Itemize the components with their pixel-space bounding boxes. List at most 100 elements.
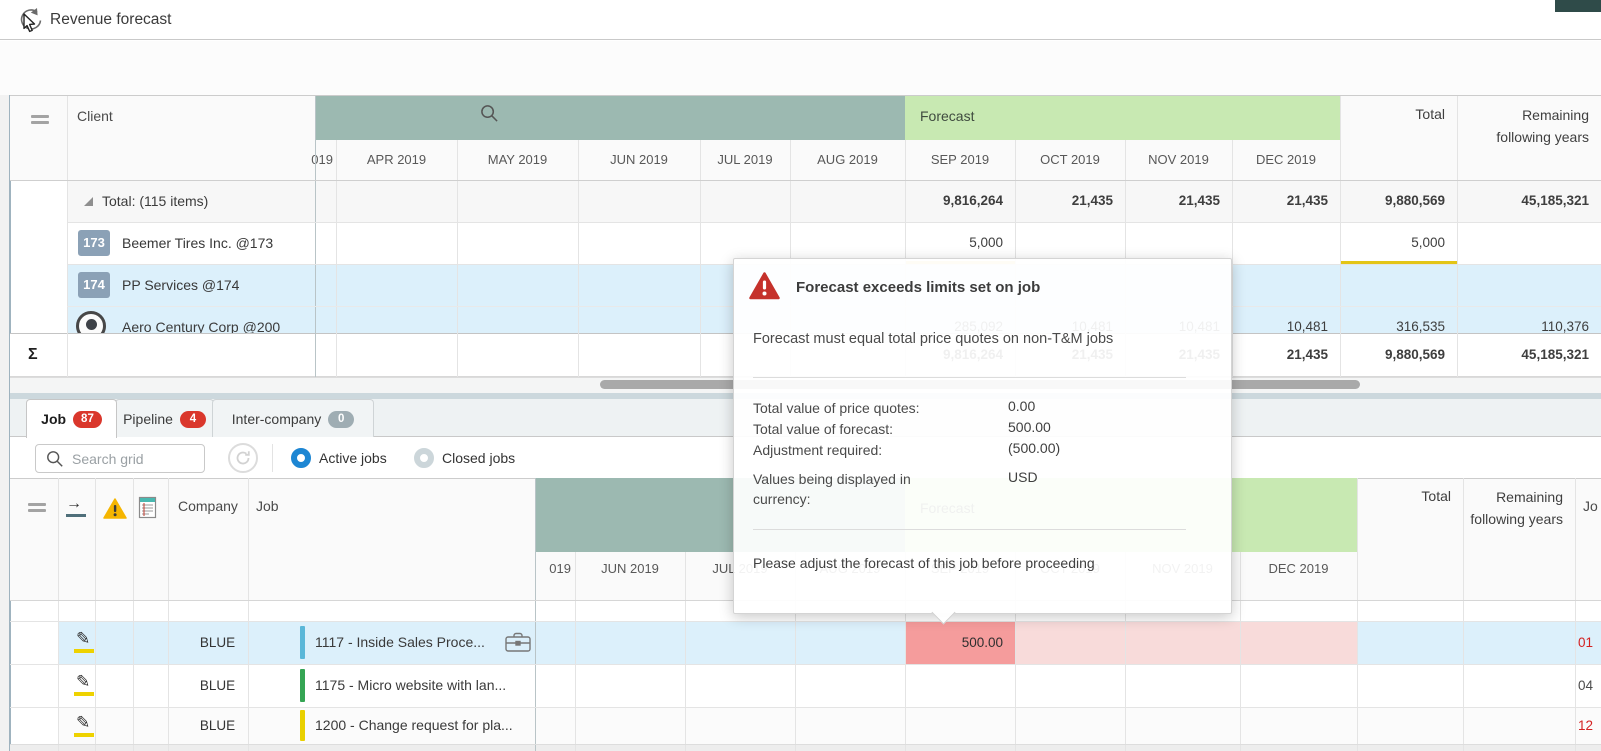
corner-block [1555,0,1601,12]
month-header: DEC 2019 [1232,140,1340,180]
grid-line [457,140,458,377]
tab-label: Job [41,411,66,427]
client-column-header[interactable]: Client [77,108,113,124]
tab-label: Pipeline [123,411,173,427]
cell-total[interactable]: 9,880,569 [1340,180,1445,222]
sigma-icon: Σ [28,333,38,377]
remaining-column-header[interactable]: Remaining following years [1479,104,1589,148]
month-header: APR 2019 [336,140,457,180]
search-icon [480,104,499,123]
tab-pipeline[interactable]: Pipeline 4 [115,399,214,439]
grid-line [1457,95,1458,377]
edit-icon[interactable]: ✎ [76,673,90,690]
column-chooser-icon[interactable] [28,503,46,513]
summary-remaining: 45,185,321 [1457,333,1589,377]
field-value: 0.00 [1008,398,1035,414]
tab-job[interactable]: Job 87 [26,399,117,438]
total-column-header[interactable]: Total [1357,488,1451,504]
total-column-header[interactable]: Total [1340,106,1445,122]
cell-total[interactable]: 316,535 [1340,306,1445,333]
summary-dec: 21,435 [1232,333,1328,377]
grid-line [248,478,249,751]
remaining-column-header[interactable]: Remaining following years [1465,486,1563,530]
cell-dec[interactable]: 10,481 [1232,306,1328,333]
job-row[interactable] [58,621,1601,664]
edit-icon-underline [74,733,94,737]
field-label: Adjustment required: [753,440,1003,460]
radio-closed-jobs[interactable] [414,448,434,468]
jump-to-column-header[interactable]: → [66,495,88,519]
warning-icon [749,272,780,300]
grid-line [133,478,134,751]
cell-oct[interactable]: 21,435 [1015,180,1113,222]
grid-line [67,222,1601,223]
briefcase-icon[interactable] [505,632,531,653]
job-row[interactable] [58,664,1601,707]
grid-line [535,478,536,751]
cell-remaining[interactable]: 45,185,321 [1457,180,1589,222]
grid-line [1340,95,1341,377]
alert-cell-range[interactable] [1015,621,1357,664]
month-header: JUL 2019 [700,140,790,180]
edit-icon-underline [74,649,94,653]
actuals-band [315,95,905,140]
grid-line [700,140,701,377]
job-column-header[interactable]: Job [256,498,279,514]
cell-sep[interactable]: 9,816,264 [905,180,1003,222]
grid-line [685,552,686,751]
grid-line [336,140,337,377]
grid-line [1575,478,1576,751]
calculation-column-header[interactable] [138,496,158,519]
refresh-icon [235,450,251,466]
search-icon [46,450,64,468]
job-cell[interactable]: 1117 - Inside Sales Proce... [315,621,485,664]
radio-closed-jobs-label[interactable]: Closed jobs [442,450,515,466]
field-value: (500.00) [1008,440,1060,456]
refresh-button[interactable] [228,443,258,473]
job-cell[interactable]: 1200 - Change request for pla... [315,707,513,744]
grid-line [58,478,59,751]
grid-line [1463,478,1464,751]
radio-active-jobs-label[interactable]: Active jobs [319,450,387,466]
job-partial-column-header[interactable]: Jo [1583,498,1598,514]
cell-nov[interactable]: 21,435 [1125,180,1220,222]
tab-inter-company[interactable]: Inter-company 0 [212,399,374,439]
grid-line [10,707,1601,708]
client-name: PP Services @174 [122,264,239,306]
month-header: SEP 2019 [905,140,1015,180]
radio-active-jobs[interactable] [291,448,311,468]
avatar [76,311,106,333]
field-value: USD [1008,469,1038,485]
forecast-cell-sep[interactable]: 500.00 [905,621,1003,664]
expand-icon[interactable] [84,197,93,206]
company-column-header[interactable]: Company [178,498,238,514]
edge-cell[interactable]: 01 [1578,621,1593,664]
edit-icon-underline [74,692,94,696]
cell-dec[interactable]: 21,435 [1232,180,1328,222]
job-cell[interactable]: 1175 - Micro website with lan... [315,664,506,707]
tab-badge: 0 [328,411,354,428]
month-header: 019 [531,552,571,586]
equals-icon [28,503,46,506]
left-edge-gutter [0,41,9,751]
client-name: Aero Century Corp @200 [122,306,280,333]
job-row[interactable] [58,707,1601,744]
grid-line [1357,478,1358,751]
equals-icon [28,509,46,512]
edit-icon[interactable]: ✎ [76,630,90,647]
grid-line [315,95,316,377]
warning-column-header[interactable] [103,498,127,519]
grid-line [10,744,1601,745]
edge-cell[interactable]: 12 [1578,707,1593,744]
dialog-message: Forecast must equal total price quotes o… [753,331,1113,347]
column-chooser-icon[interactable] [31,115,49,125]
client-name: Beemer Tires Inc. @173 [122,222,273,264]
field-value: 500.00 [1008,419,1051,435]
edit-icon[interactable]: ✎ [76,714,90,731]
cell-remaining[interactable]: 110,376 [1457,306,1589,333]
job-color-bar [300,669,305,702]
cell-total[interactable]: 5,000 [1340,222,1445,264]
revenue-forecast-icon [16,7,43,34]
edge-cell[interactable]: 04 [1578,664,1593,707]
job-color-bar [300,710,305,741]
